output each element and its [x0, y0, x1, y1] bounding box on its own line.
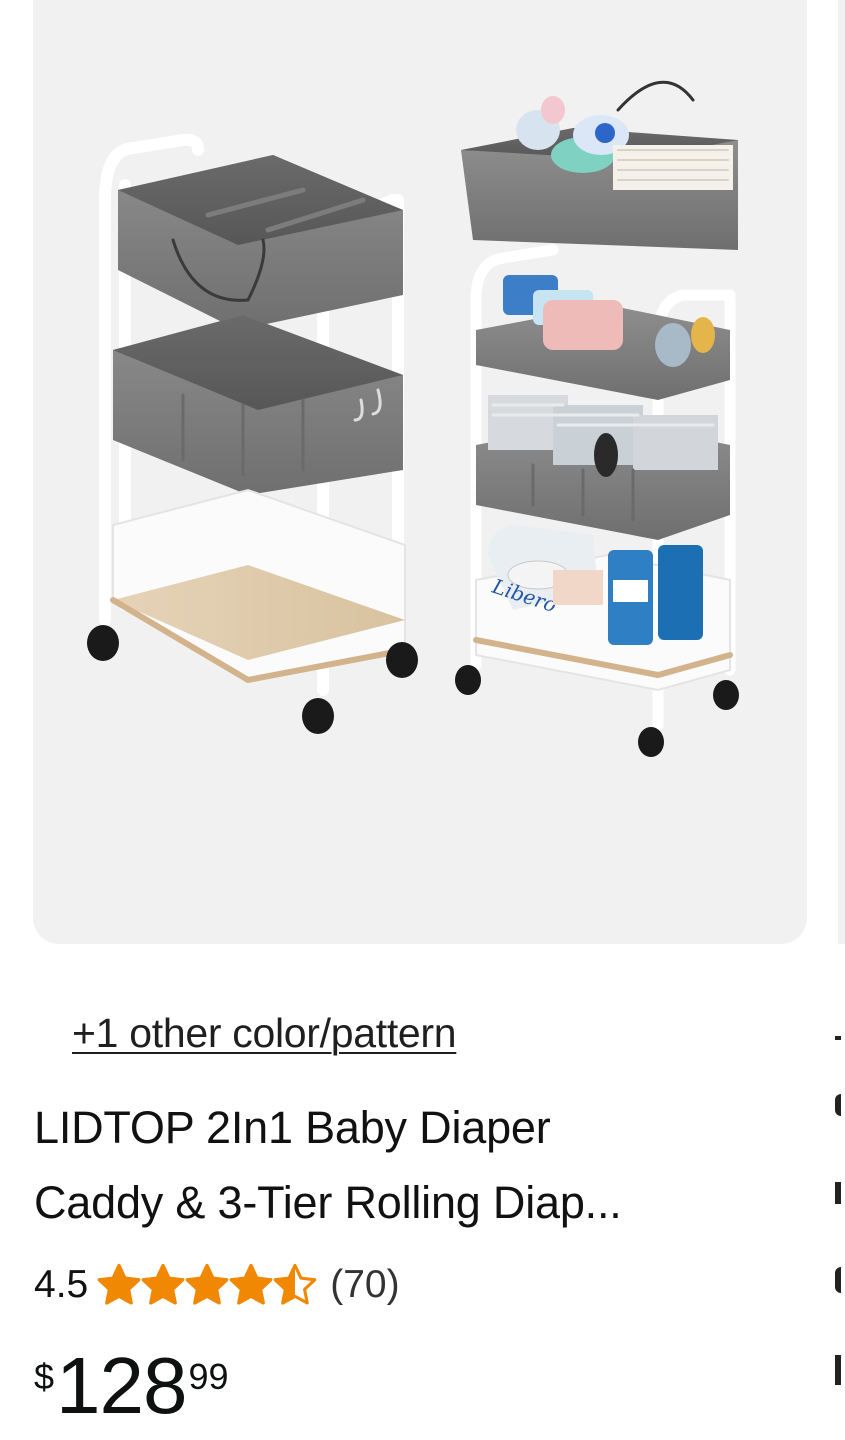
- price-whole: 128: [56, 1341, 187, 1430]
- product-image[interactable]: Libero: [33, 0, 807, 944]
- product-title-line-1: LIDTOP 2In1 Baby Diaper: [34, 1102, 551, 1153]
- price-currency-symbol: $: [34, 1356, 55, 1397]
- star-full-icon: [185, 1263, 229, 1305]
- star-full-icon: [229, 1263, 273, 1305]
- product-title-line-2: Caddy & 3-Tier Rolling Diap...: [34, 1177, 622, 1228]
- rating-value: 4.5: [34, 1263, 89, 1306]
- star-full-icon: [141, 1263, 185, 1305]
- star-rating: [96, 1262, 317, 1308]
- review-count[interactable]: (70): [330, 1263, 399, 1307]
- rating-row[interactable]: 4.5 (70): [34, 1260, 400, 1310]
- adjacent-card-text-fragment: [835, 1178, 845, 1208]
- star-half-icon: [273, 1263, 317, 1305]
- price: $ 128 99: [34, 1346, 229, 1426]
- diaper-caddy-cart-illustration: Libero: [87, 80, 739, 757]
- adjacent-card-text-fragment: [835, 1032, 845, 1062]
- next-product-image[interactable]: [838, 0, 845, 944]
- right-cart: Libero: [455, 80, 739, 757]
- left-cart: [87, 133, 418, 734]
- star-full-icon: [97, 1263, 141, 1305]
- adjacent-card-text-fragment: [835, 1355, 845, 1385]
- price-fraction: 99: [188, 1356, 229, 1397]
- adjacent-card-text-fragment: [835, 1265, 845, 1295]
- adjacent-card-text-fragment: [835, 1090, 845, 1120]
- product-title[interactable]: LIDTOP 2In1 Baby Diaper Caddy & 3-Tier R…: [34, 1090, 794, 1240]
- other-color-pattern-link[interactable]: +1 other color/pattern: [72, 1010, 457, 1057]
- product-results-page: Libero +1 other color/pattern LIDTOP 2In…: [0, 0, 845, 1440]
